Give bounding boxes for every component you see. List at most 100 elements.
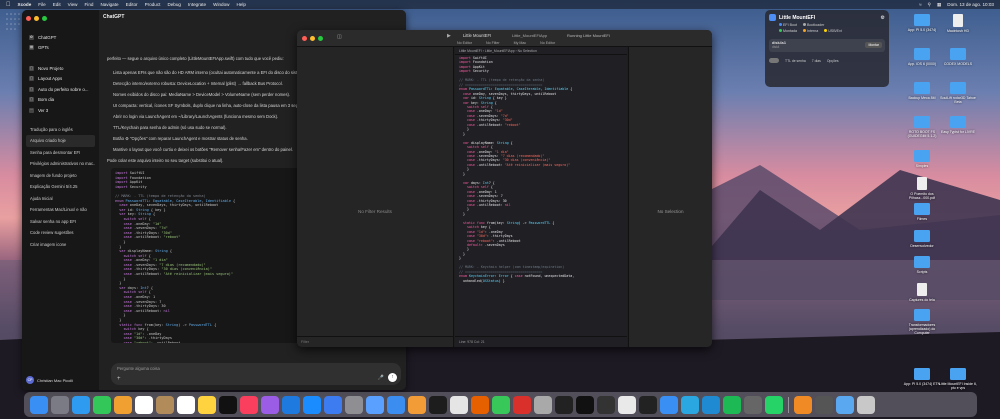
desktop-icon[interactable]: Easy Typist for LIVRE xyxy=(937,116,979,134)
desktop-icon[interactable]: SoulLift rodar3D Tahoe Beta xyxy=(937,82,979,104)
sidebar-item-chatgpt[interactable]: ✿ ChatGPT xyxy=(26,32,95,43)
history-item[interactable]: Tradução para o inglês xyxy=(26,124,95,136)
dock-icon-apple-tv[interactable] xyxy=(219,395,237,414)
minimize-button[interactable] xyxy=(310,36,315,41)
dock-icon-finder[interactable] xyxy=(30,395,48,414)
sidebar-toggle-icon[interactable]: ◫ xyxy=(337,34,342,40)
dock-icon-music[interactable] xyxy=(240,395,258,414)
tab-no-editor-2[interactable]: No Editor xyxy=(540,41,555,45)
menu-clock[interactable]: Dom. 13 de ago. 10:03 xyxy=(947,2,994,7)
dock-icon-chrome[interactable] xyxy=(450,395,468,414)
history-item[interactable]: Criar imagem icone xyxy=(26,239,95,251)
dock-icon-activity[interactable] xyxy=(492,395,510,414)
dock-icon-photos-2[interactable] xyxy=(618,395,636,414)
desktop-icon[interactable]: Filmes xyxy=(901,203,943,221)
menu-find[interactable]: Find xyxy=(85,2,94,7)
mount-button[interactable]: Montar xyxy=(865,42,882,48)
dock-icon-voice-memos[interactable] xyxy=(576,395,594,414)
dock-icon-firefox[interactable] xyxy=(471,395,489,414)
menu-view[interactable]: View xyxy=(68,2,78,7)
dock-icon-simulator[interactable] xyxy=(324,395,342,414)
desktop-icon[interactable]: O Poemito dos Pilhasz...000.pdf xyxy=(901,176,943,200)
dock-icon-reminders[interactable] xyxy=(177,395,195,414)
desktop-icon[interactable]: Desenvolvedor xyxy=(901,229,943,248)
history-item[interactable]: Ferramentas Mac/Linux/ e não xyxy=(26,204,95,216)
desktop-icon[interactable]: CODEX MODELS xyxy=(937,48,979,66)
dock-icon-podcasts[interactable] xyxy=(261,395,279,414)
sidebar-item-layout-apps[interactable]: ▢ Layout Apps xyxy=(26,74,95,85)
tab-no-filter[interactable]: No Filter xyxy=(486,41,500,45)
history-item[interactable]: Code review sugestões xyxy=(26,227,95,239)
apple-menu-icon[interactable]:  xyxy=(6,2,11,8)
close-button[interactable] xyxy=(26,16,31,21)
dock-icon-finder-2[interactable] xyxy=(660,395,678,414)
dock-icon-notes[interactable] xyxy=(198,395,216,414)
sidebar-item-new-project[interactable]: ▢ Novo Projeto xyxy=(26,63,95,74)
menu-app-name[interactable]: Xcode xyxy=(18,2,32,7)
dock-icon-whatsapp[interactable] xyxy=(765,395,783,414)
menu-file[interactable]: File xyxy=(38,2,45,7)
history-item[interactable]: Arquivo criado hoje xyxy=(26,135,95,147)
history-item[interactable]: Senha para desmontar EFI xyxy=(26,147,95,159)
minimize-button[interactable] xyxy=(34,16,39,21)
chat-input[interactable]: Pergunte alguma coisa + 🎤 ↑ xyxy=(111,363,401,385)
desktop-icon[interactable]: Captures do tela xyxy=(901,282,943,302)
menu-integrate[interactable]: Integrate xyxy=(188,2,206,7)
dock-icon-app-store[interactable] xyxy=(303,395,321,414)
history-item[interactable]: Ajuda Inicial xyxy=(26,193,95,205)
dock-icon-vs-code[interactable] xyxy=(702,395,720,414)
history-item[interactable]: Salvar senha no app EFI xyxy=(26,216,95,228)
dock-icon-pages[interactable] xyxy=(408,395,426,414)
desktop-icon[interactable]: Scripts xyxy=(901,256,943,274)
dock-icon-system-settings[interactable] xyxy=(345,395,363,414)
tab-no-editor[interactable]: No Editor xyxy=(457,41,472,45)
close-button[interactable] xyxy=(302,36,307,41)
desktop-icon[interactable]: Transformadores (aprendizado) do Compute… xyxy=(901,309,943,335)
voice-mode-button[interactable]: ↑ xyxy=(388,373,397,382)
dock-icon-terminal[interactable] xyxy=(429,395,447,414)
dock-icon-xcode[interactable] xyxy=(282,395,300,414)
dock-icon-instruments[interactable] xyxy=(597,395,615,414)
menu-debug[interactable]: Debug xyxy=(167,2,181,7)
run-icon[interactable]: ▶ xyxy=(447,33,451,39)
dock-icon-photos[interactable] xyxy=(114,395,132,414)
scheme-selector[interactable]: Little MountEFI xyxy=(463,33,491,38)
desktop-icon[interactable]: Little MountEFI Inside 6, ptu e vps xyxy=(937,367,979,390)
tab-my-mac[interactable]: My Mac xyxy=(514,41,527,45)
ttl-value[interactable]: 7 dias xyxy=(812,59,821,63)
dock-icon-mail[interactable] xyxy=(387,395,405,414)
dock-icon-system-info[interactable] xyxy=(744,395,762,414)
zoom-button[interactable] xyxy=(42,16,47,21)
sidebar-item-auto-perfeito[interactable]: ▢ Auto do perfeito sobre o... xyxy=(26,84,95,95)
dock-icon-trash[interactable] xyxy=(857,395,875,414)
chatgpt-title[interactable]: ChatGPT xyxy=(103,14,124,20)
desktop-icon[interactable]: Macintosh HD xyxy=(937,14,979,33)
dock-icon-calculator[interactable] xyxy=(815,395,833,414)
dock-icon-contacts[interactable] xyxy=(156,395,174,414)
dock-icon-books[interactable] xyxy=(794,395,812,414)
dock-icon-launchpad[interactable] xyxy=(51,395,69,414)
navigator-filter-input[interactable]: Filter xyxy=(297,336,453,347)
history-item[interactable]: Explicação Gemini 5/4.25 xyxy=(26,181,95,193)
zoom-button[interactable] xyxy=(318,36,323,41)
plus-icon[interactable]: + xyxy=(117,376,121,382)
control-center-icon[interactable]: ▦ xyxy=(937,2,941,8)
microphone-icon[interactable]: 🎤 xyxy=(378,375,384,381)
menu-editor[interactable]: Editor xyxy=(126,2,138,7)
dock-icon-calendar[interactable] xyxy=(135,395,153,414)
ttl-toggle[interactable] xyxy=(769,58,779,63)
menu-edit[interactable]: Edit xyxy=(53,2,61,7)
sidebar-item-bom-dia[interactable]: ▢ Bom dia xyxy=(26,95,95,106)
dock-icon-messages[interactable] xyxy=(93,395,111,414)
sidebar-item-ver[interactable]: ⋯ Ver 3 xyxy=(26,105,95,116)
dock-icon-terminal-2[interactable] xyxy=(555,395,573,414)
menu-help[interactable]: Help xyxy=(236,2,245,7)
dock-icon-chatgpt[interactable] xyxy=(639,395,657,414)
options-button[interactable]: Opções xyxy=(827,59,839,63)
dock-icon-safari[interactable] xyxy=(72,395,90,414)
scheme-target[interactable]: Little_MountEFIApp xyxy=(512,33,547,38)
wifi-icon[interactable]: ≈ xyxy=(919,2,922,7)
gear-icon[interactable]: ⚙ xyxy=(881,15,885,21)
dock-icon-folder[interactable] xyxy=(836,395,854,414)
dock-icon-spotify[interactable] xyxy=(723,395,741,414)
